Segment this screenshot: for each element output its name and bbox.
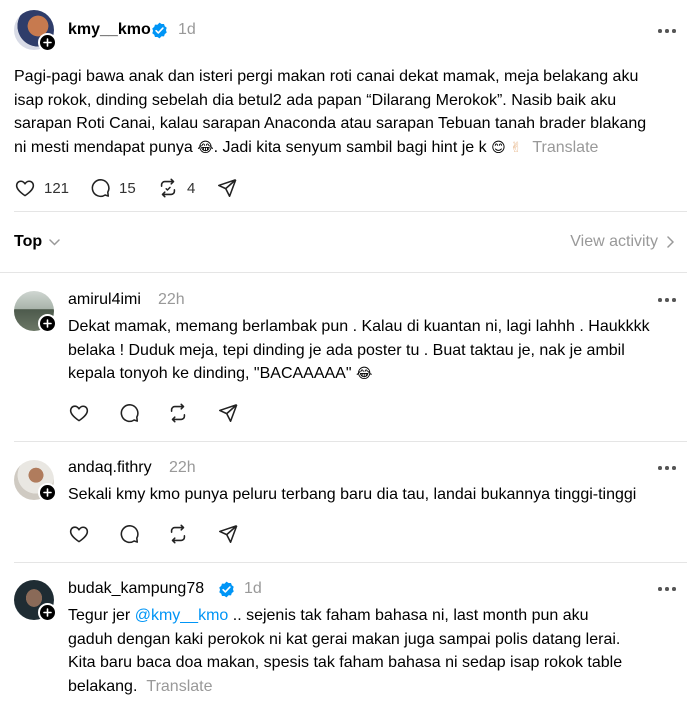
- share-icon: [218, 404, 238, 423]
- sort-bar: Top View activity: [0, 212, 687, 272]
- reply-line: belaka ! Duduk meja, tepi dinding je ada…: [68, 341, 625, 359]
- comment-button[interactable]: [118, 522, 140, 546]
- more-icon[interactable]: [658, 465, 676, 471]
- reply-line: Tegur jer @kmy__kmo .. sejenis tak faham…: [68, 604, 680, 628]
- post-line-part: . Jadi kita senyum sambil bagi hint je k: [213, 138, 487, 156]
- comment-button[interactable]: 15: [89, 176, 136, 200]
- heart-icon: [69, 405, 89, 422]
- post-line: Pagi-pagi bawa anak dan isteri pergi mak…: [14, 68, 639, 85]
- reply-text: Tegur jer @kmy__kmo .. sejenis tak faham…: [68, 604, 680, 698]
- sort-dropdown[interactable]: Top: [14, 233, 60, 251]
- reply-line-part: belakang.: [68, 677, 138, 695]
- mention-link[interactable]: @kmy__kmo: [135, 607, 229, 624]
- view-activity-label: View activity: [570, 233, 658, 250]
- like-button[interactable]: [68, 522, 90, 546]
- more-icon[interactable]: [658, 28, 676, 34]
- heart-icon: [15, 180, 35, 197]
- reply-line-part: kepala tonyoh ke dinding, "BACAAAAA": [68, 365, 352, 382]
- repost-button[interactable]: [167, 522, 189, 546]
- reply-line: Kita baru baca doa makan, spesis tak fah…: [68, 654, 623, 671]
- share-icon: [217, 179, 237, 198]
- view-activity-link[interactable]: View activity: [570, 233, 674, 251]
- comment-button[interactable]: [118, 401, 140, 425]
- reply-line: kepala tonyoh ke dinding, "BACAAAAA" 😂: [68, 362, 680, 387]
- post-time: 1d: [178, 21, 196, 38]
- reply-item: amirul4imi 22h Dekat mamak, memang berla…: [0, 273, 687, 441]
- reply-line: gaduh dengan kaki perokok ni kat gerai m…: [68, 630, 621, 648]
- reply-line: belakang. Translate: [68, 675, 680, 699]
- repost-button[interactable]: 4: [157, 176, 195, 200]
- repost-count: 4: [187, 179, 196, 197]
- main-post: kmy__kmo 1d Pagi-pagi bawa anak dan iste…: [0, 0, 687, 212]
- reply-line-part: .. sejenis tak faham bahasa ni, last mon…: [228, 607, 589, 624]
- reply-item: andaq.fithry 22h Sekali kmy kmo punya pe…: [0, 442, 687, 562]
- reply-line: Sekali kmy kmo punya peluru terbang baru…: [68, 486, 637, 503]
- repost-button[interactable]: [167, 401, 189, 425]
- hand-emoji: ✌: [510, 139, 522, 156]
- verified-icon: [219, 581, 234, 598]
- reply-time: 1d: [244, 580, 262, 597]
- like-button[interactable]: 121: [14, 176, 69, 200]
- like-button[interactable]: [68, 401, 90, 425]
- post-line: isap rokok, dinding sebelah dia betul2 a…: [14, 91, 617, 109]
- smile-emoji: 😊: [491, 139, 506, 156]
- reply-text: Dekat mamak, memang berlambak pun . Kala…: [68, 315, 680, 387]
- reply-line-part: Tegur jer: [68, 607, 135, 624]
- chevron-right-icon: [667, 236, 674, 248]
- translate-link[interactable]: Translate: [532, 139, 598, 156]
- repost-icon: [170, 524, 186, 544]
- repost-icon: [170, 403, 186, 423]
- reply-username[interactable]: andaq.fithry: [68, 459, 152, 477]
- share-button[interactable]: [217, 522, 239, 546]
- comment-icon: [91, 179, 110, 198]
- comment-count: 15: [119, 179, 136, 197]
- post-line: sarapan Roti Canai, kalau sarapan Anacon…: [14, 115, 647, 132]
- more-icon[interactable]: [658, 586, 676, 592]
- share-button[interactable]: [217, 401, 239, 425]
- post-username[interactable]: kmy__kmo: [68, 21, 151, 39]
- comment-icon: [120, 525, 139, 544]
- share-button[interactable]: [216, 176, 238, 200]
- follow-plus-icon[interactable]: [38, 483, 57, 502]
- share-icon: [218, 525, 238, 544]
- repost-icon: [160, 178, 176, 198]
- follow-plus-icon[interactable]: [38, 314, 57, 333]
- reply-line: Dekat mamak, memang berlambak pun . Kala…: [68, 318, 650, 335]
- reply-username[interactable]: budak_kampung78: [68, 580, 204, 598]
- laugh-emoji: 😂: [197, 139, 214, 156]
- reply-time: 22h: [169, 459, 196, 476]
- post-text: Pagi-pagi bawa anak dan isteri pergi mak…: [14, 65, 682, 160]
- reply-time: 22h: [158, 291, 185, 308]
- like-count: 121: [44, 179, 70, 197]
- sort-label: Top: [14, 233, 43, 250]
- post-line-part: ni mesti mendapat punya: [14, 138, 193, 156]
- laugh-emoji: 😂: [355, 366, 373, 382]
- follow-plus-icon[interactable]: [38, 33, 57, 52]
- translate-link[interactable]: Translate: [146, 678, 212, 695]
- post-line: ni mesti mendapat punya 😂. Jadi kita sen…: [14, 136, 682, 161]
- reply-item: budak_kampung78 1d Tegur jer @kmy__kmo .…: [0, 563, 687, 705]
- chevron-down-icon: [49, 238, 60, 246]
- reply-text: Sekali kmy kmo punya peluru terbang baru…: [68, 483, 680, 507]
- verified-icon: [152, 22, 167, 39]
- heart-icon: [69, 526, 89, 543]
- comment-icon: [120, 404, 139, 423]
- more-icon[interactable]: [658, 297, 676, 303]
- follow-plus-icon[interactable]: [38, 603, 57, 622]
- reply-username[interactable]: amirul4imi: [68, 291, 141, 309]
